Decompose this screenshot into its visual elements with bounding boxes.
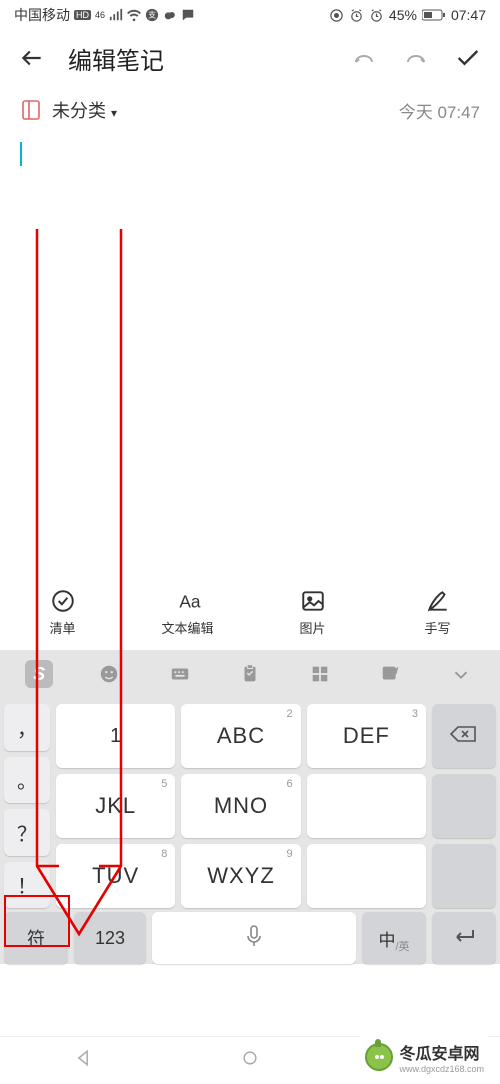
key-def[interactable]: 3DEF [307,704,426,768]
confirm-button[interactable] [452,42,484,74]
weather-icon [163,8,177,22]
checklist-button[interactable]: 清单 [0,588,125,637]
image-button[interactable]: 图片 [250,588,375,637]
alipay-icon: 支 [145,8,159,22]
redo-button[interactable] [400,42,432,74]
hd-badge: HD [74,10,91,20]
key-period[interactable]: 。 [4,757,50,804]
watermark-logo-icon [365,1043,393,1071]
battery-icon [422,9,446,21]
page-title: 编辑笔记 [68,41,328,76]
svg-text:支: 支 [148,10,156,20]
clipboard-button[interactable] [215,663,285,685]
handwrite-button[interactable]: 手写 [375,588,500,637]
key-jkl[interactable]: 6MNO [181,774,300,838]
category-select[interactable]: 未分类 ▾ [52,97,117,123]
emoji-button[interactable] [74,663,144,685]
enter-icon [451,927,477,950]
network-badge: 46 [95,10,105,20]
key-symbols[interactable]: 符 [4,912,68,964]
keyboard-toolbar: S [0,650,500,698]
key-tuv[interactable]: 9WXYZ [181,844,300,908]
key-comma[interactable]: ， [4,704,50,751]
chat-icon [181,8,195,22]
note-timestamp: 今天 07:47 [399,98,480,123]
note-editor[interactable] [0,134,500,574]
soft-keyboard-main: ， 。 ？ ！ 1 2ABC 3DEF 5JKL 6MNO 8TUV 9WXYZ [0,698,500,912]
punctuation-column: ， 。 ？ ！ [4,704,50,908]
back-button[interactable] [16,42,48,74]
backspace-icon [449,724,479,749]
key-question[interactable]: ？ [4,809,50,856]
key-lang-switch[interactable]: 中/英 [362,912,426,964]
category-label: 未分类 [52,101,106,121]
key-backspace[interactable] [432,704,496,768]
key-123[interactable]: 123 [74,912,146,964]
mic-icon [244,924,264,953]
key-wxyz[interactable] [307,844,426,908]
handwrite-label: 手写 [424,618,450,637]
keyboard-switch-button[interactable] [145,663,215,685]
edit-pen-button[interactable] [355,663,425,685]
battery-percent: 45% [389,7,417,23]
text-edit-label: 文本编辑 [161,618,213,637]
carrier-label: 中国移动 [14,5,70,25]
key-exclaim[interactable]: ！ [4,862,50,909]
nav-home-button[interactable] [240,1048,260,1073]
signal-icon [109,8,123,22]
status-bar: 中国移动 HD 46 支 45% 07:47 [0,0,500,30]
text-edit-button[interactable]: Aa 文本编辑 [125,588,250,637]
watermark-name: 冬瓜安卓网 [399,1040,484,1064]
watermark-url: www.dgxcdz168.com [399,1064,484,1074]
key-pqrs[interactable]: 8TUV [56,844,175,908]
keyboard-bottom-row: 符 123 中/英 [0,912,500,964]
eye-icon [329,8,344,23]
editor-toolbar: 清单 Aa 文本编辑 图片 手写 [0,574,500,650]
alarm-icon [349,8,364,23]
watermark: 冬瓜安卓网 www.dgxcdz168.com [357,1036,492,1078]
key-retype[interactable] [432,774,496,838]
checklist-label: 清单 [49,618,75,637]
chevron-down-icon: ▾ [111,106,117,120]
image-label: 图片 [299,618,325,637]
key-1[interactable]: 1 [56,704,175,768]
undo-button[interactable] [348,42,380,74]
alarm-icon-2 [369,8,384,23]
key-0[interactable] [432,844,496,908]
key-abc[interactable]: 2ABC [181,704,300,768]
category-row: 未分类 ▾ 今天 07:47 [0,86,500,134]
notebook-icon [20,99,42,121]
grid-button[interactable] [285,663,355,685]
app-header: 编辑笔记 [0,30,500,86]
key-space[interactable] [152,912,356,964]
key-ghi[interactable]: 5JKL [56,774,175,838]
text-cursor [20,142,22,166]
key-enter[interactable] [432,912,496,964]
wifi-icon [127,8,141,22]
sogou-logo-button[interactable]: S [4,660,74,688]
svg-text:Aa: Aa [179,592,201,612]
nav-back-button[interactable] [73,1048,93,1073]
clock: 07:47 [451,7,486,23]
collapse-keyboard-button[interactable] [426,663,496,685]
key-mno[interactable] [307,774,426,838]
